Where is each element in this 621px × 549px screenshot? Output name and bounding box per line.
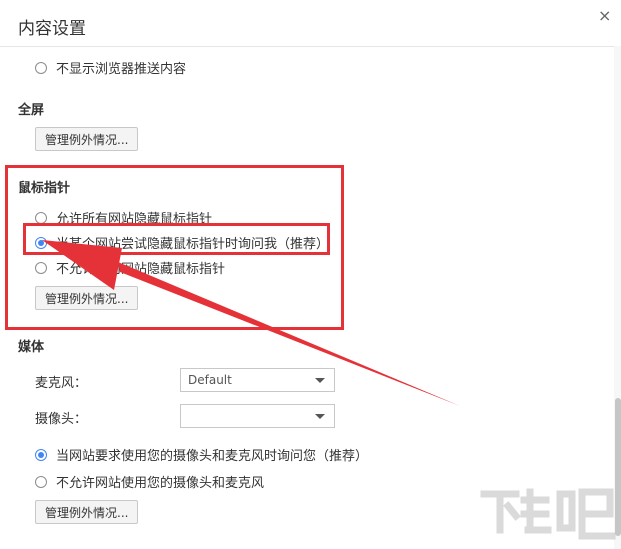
watermark-logo: [480, 488, 616, 540]
annotation-arrow: [42, 240, 460, 406]
